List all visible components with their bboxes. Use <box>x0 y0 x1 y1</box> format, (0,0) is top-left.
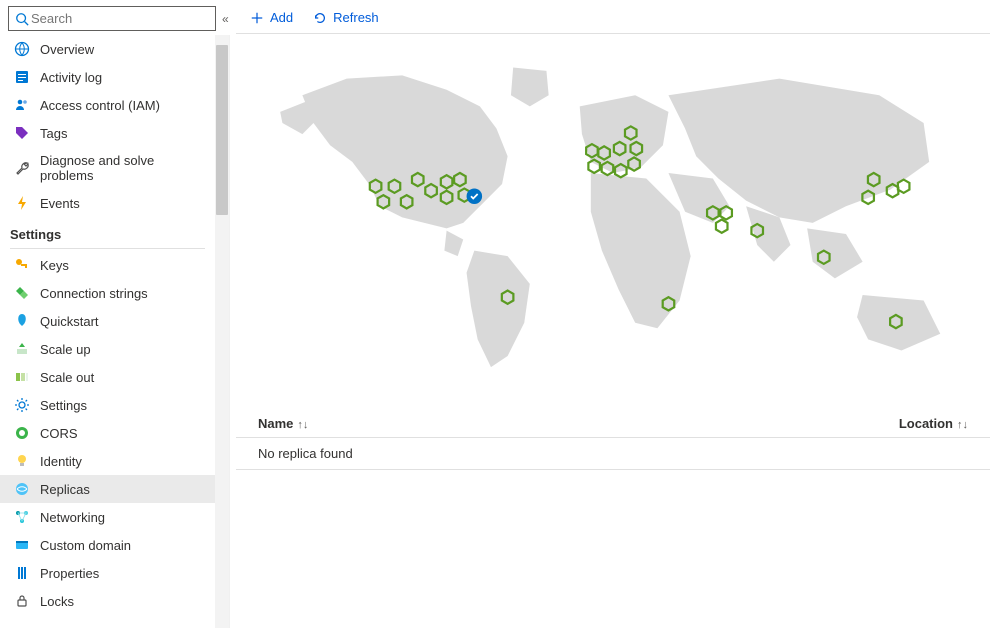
column-location[interactable]: Location↑↓ <box>899 416 968 431</box>
map-region-marker[interactable] <box>898 180 910 193</box>
sidebar-item-replicas[interactable]: Replicas <box>0 475 215 503</box>
wrench-icon <box>14 160 30 176</box>
bulb-icon <box>14 453 30 469</box>
sidebar-item-label: Properties <box>40 566 99 581</box>
sidebar-section-settings: Settings <box>0 217 215 246</box>
sidebar-item-label: Diagnose and solve problems <box>40 153 201 183</box>
sidebar-item-connection-strings[interactable]: Connection strings <box>0 279 215 307</box>
sidebar-item-label: Identity <box>40 454 82 469</box>
empty-message: No replica found <box>258 446 353 461</box>
world-map-svg <box>258 62 968 395</box>
cors-icon <box>14 425 30 441</box>
search-input-wrapper[interactable] <box>8 6 216 31</box>
bolt-icon <box>14 195 30 211</box>
divider <box>10 248 205 249</box>
add-button-label: Add <box>270 10 293 25</box>
sidebar-item-keys[interactable]: Keys <box>0 251 215 279</box>
sidebar-item-label: Replicas <box>40 482 90 497</box>
sidebar-item-access-control[interactable]: Access control (IAM) <box>0 91 215 119</box>
refresh-button-label: Refresh <box>333 10 379 25</box>
refresh-button[interactable]: Refresh <box>303 6 389 29</box>
sidebar-item-quickstart[interactable]: Quickstart <box>0 307 215 335</box>
network-icon <box>14 509 30 525</box>
sidebar-item-custom-domain[interactable]: Custom domain <box>0 531 215 559</box>
sidebar-item-label: Events <box>40 196 80 211</box>
sidebar-item-overview[interactable]: Overview <box>0 35 215 63</box>
sidebar-item-events[interactable]: Events <box>0 189 215 217</box>
refresh-icon <box>313 11 327 25</box>
sidebar-item-label: Access control (IAM) <box>40 98 160 113</box>
table-empty-row: No replica found <box>236 438 990 470</box>
sidebar-item-identity[interactable]: Identity <box>0 447 215 475</box>
sidebar-item-label: Activity log <box>40 70 102 85</box>
sidebar-item-tags[interactable]: Tags <box>0 119 215 147</box>
sidebar-item-label: CORS <box>40 426 78 441</box>
sidebar-item-label: Quickstart <box>40 314 99 329</box>
map-region-marker[interactable] <box>716 220 728 233</box>
key-icon <box>14 257 30 273</box>
search-icon <box>15 12 29 26</box>
sidebar-item-activity-log[interactable]: Activity log <box>0 63 215 91</box>
sidebar-item-label: Tags <box>40 126 67 141</box>
sidebar-scrollbar[interactable] <box>215 35 229 628</box>
sidebar-item-label: Custom domain <box>40 538 131 553</box>
sort-icon: ↑↓ <box>297 419 308 431</box>
domain-icon <box>14 537 30 553</box>
plus-icon <box>250 11 264 25</box>
sidebar-item-scale-out[interactable]: Scale out <box>0 363 215 391</box>
sidebar-item-label: Scale out <box>40 370 94 385</box>
sidebar-item-label: Overview <box>40 42 94 57</box>
sidebar-item-label: Keys <box>40 258 69 273</box>
table-header: Name↑↓ Location↑↓ <box>236 408 990 438</box>
gear-icon <box>14 397 30 413</box>
scale-up-icon <box>14 341 30 357</box>
tag-icon <box>14 125 30 141</box>
sidebar-item-locks[interactable]: Locks <box>0 587 215 615</box>
world-map <box>236 34 990 408</box>
scale-out-icon <box>14 369 30 385</box>
log-icon <box>14 69 30 85</box>
sidebar-item-label: Scale up <box>40 342 91 357</box>
rocket-icon <box>14 313 30 329</box>
replicas-icon <box>14 481 30 497</box>
sidebar-item-properties[interactable]: Properties <box>0 559 215 587</box>
search-input[interactable] <box>29 10 209 27</box>
sidebar-item-label: Locks <box>40 594 74 609</box>
sidebar-item-networking[interactable]: Networking <box>0 503 215 531</box>
collapse-sidebar-button[interactable]: « <box>222 12 229 26</box>
sidebar-item-settings[interactable]: Settings <box>0 391 215 419</box>
scrollbar-thumb[interactable] <box>216 45 228 215</box>
add-button[interactable]: Add <box>240 6 303 29</box>
sort-icon: ↑↓ <box>957 419 968 431</box>
sidebar-item-cors[interactable]: CORS <box>0 419 215 447</box>
globe-icon <box>14 41 30 57</box>
sidebar-item-diagnose[interactable]: Diagnose and solve problems <box>0 147 215 189</box>
lock-icon <box>14 593 30 609</box>
sidebar-item-label: Networking <box>40 510 105 525</box>
sidebar-item-label: Connection strings <box>40 286 148 301</box>
properties-icon <box>14 565 30 581</box>
people-icon <box>14 97 30 113</box>
column-name[interactable]: Name↑↓ <box>258 416 308 431</box>
continents <box>280 68 940 368</box>
sidebar-item-label: Settings <box>40 398 87 413</box>
plug-icon <box>14 285 30 301</box>
sidebar-item-scale-up[interactable]: Scale up <box>0 335 215 363</box>
